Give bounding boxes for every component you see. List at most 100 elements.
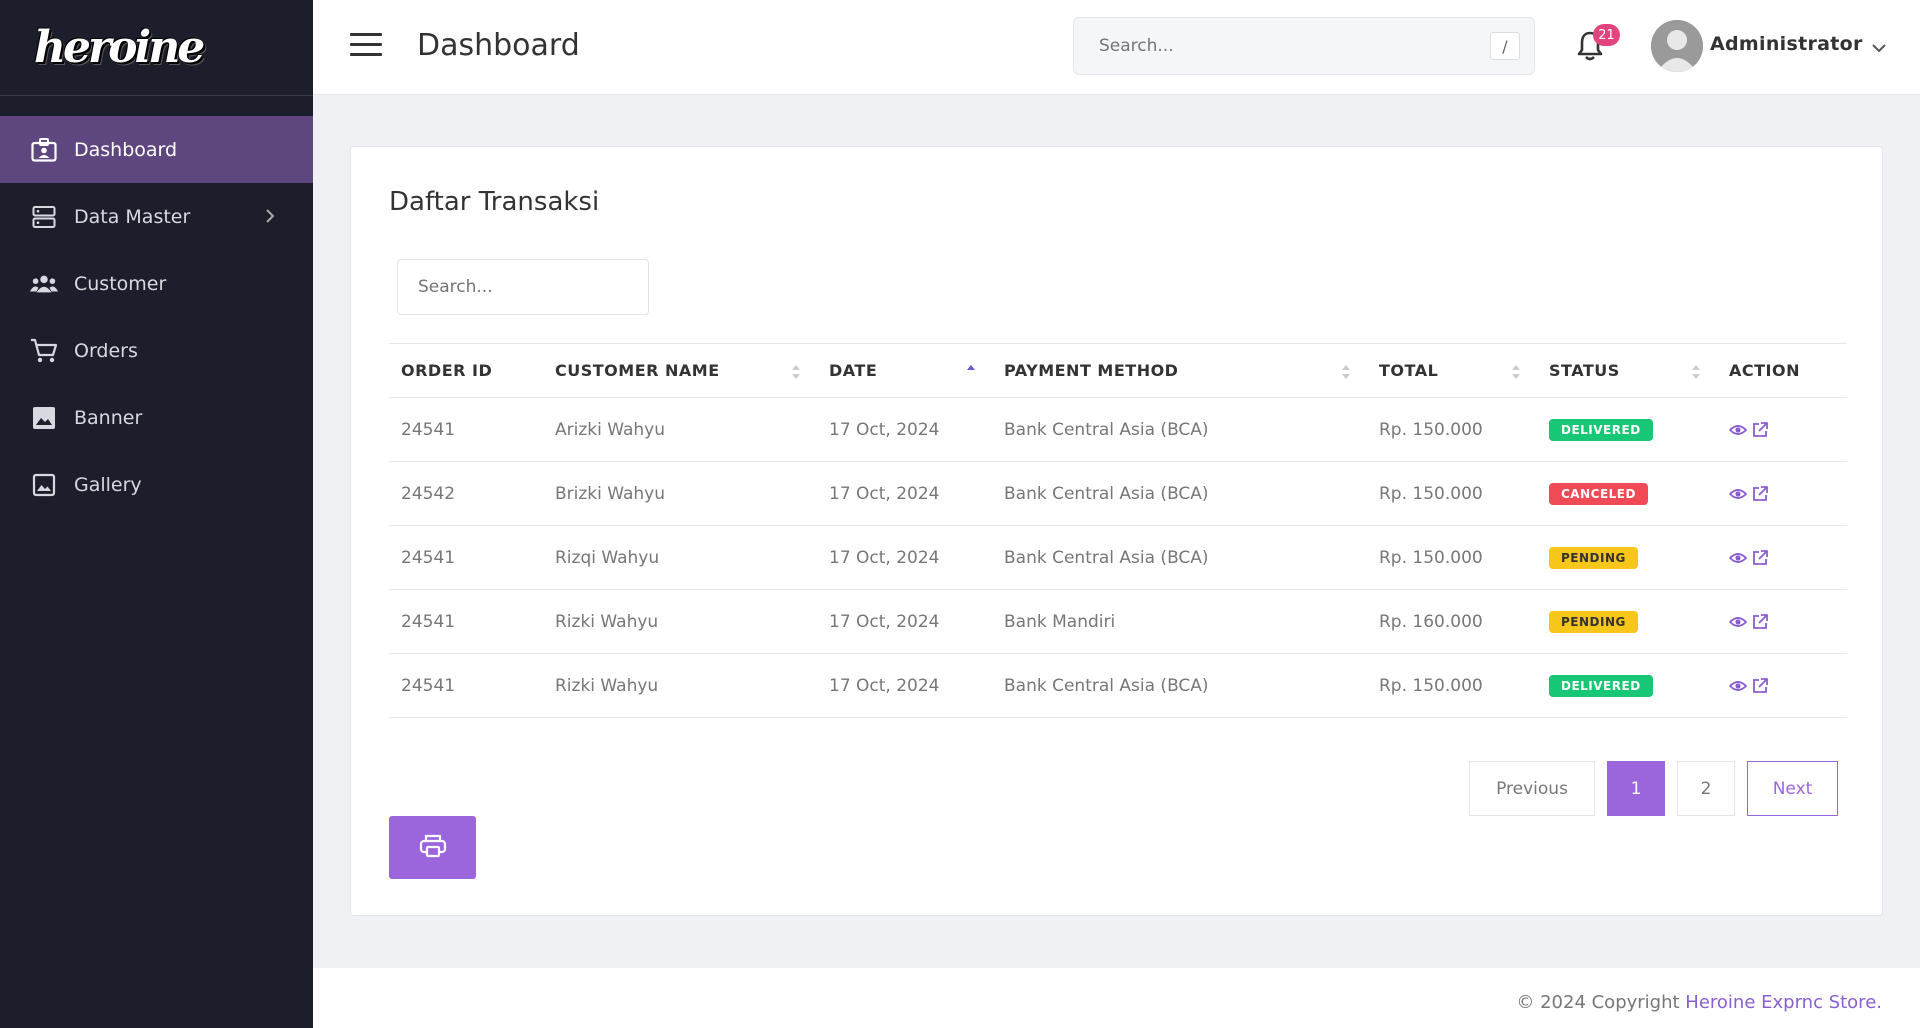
pagination: Previous 1 2 Next xyxy=(1457,761,1838,816)
table-body: 24541 Arizki Wahyu 17 Oct, 2024 Bank Centra… xyxy=(389,397,1847,718)
logo[interactable]: heroine xyxy=(0,0,313,96)
col-total[interactable]: TOTAL xyxy=(1367,343,1537,398)
sidebar-item-customer[interactable]: Customer xyxy=(0,250,313,317)
customer-name-cell: Arizki Wahyu xyxy=(543,397,817,462)
total-cell: Rp. 150.000 xyxy=(1367,653,1537,718)
users-icon xyxy=(30,270,58,298)
top-header: Dashboard / 21 Administrator xyxy=(313,0,1920,95)
customer-name-cell: Rizki Wahyu xyxy=(543,653,817,718)
eye-icon[interactable] xyxy=(1728,549,1748,567)
order-id-cell: 24541 xyxy=(389,525,543,590)
page-1-button[interactable]: 1 xyxy=(1607,761,1665,816)
customer-name-cell: Brizki Wahyu xyxy=(543,461,817,526)
table-row: 24541 Rizki Wahyu 17 Oct, 2024 Bank Central… xyxy=(389,653,1847,718)
col-payment-method[interactable]: PAYMENT METHOD xyxy=(992,343,1367,398)
edit-external-icon[interactable] xyxy=(1751,421,1769,439)
total-cell: Rp. 160.000 xyxy=(1367,589,1537,654)
notification-badge: 21 xyxy=(1593,24,1620,46)
sidebar-item-label: Customer xyxy=(74,272,167,295)
eye-icon[interactable] xyxy=(1728,421,1748,439)
server-icon xyxy=(30,203,58,231)
total-cell: Rp. 150.000 xyxy=(1367,397,1537,462)
edit-external-icon[interactable] xyxy=(1751,677,1769,695)
payment-method-cell: Bank Mandiri xyxy=(992,589,1367,654)
avatar[interactable] xyxy=(1651,20,1703,72)
sidebar-item-label: Banner xyxy=(74,406,143,429)
date-cell: 17 Oct, 2024 xyxy=(817,525,992,590)
next-button[interactable]: Next xyxy=(1747,761,1838,816)
sort-icon[interactable] xyxy=(791,363,801,381)
col-order-id: ORDER ID xyxy=(389,343,543,398)
previous-button[interactable]: Previous xyxy=(1469,761,1595,816)
col-status[interactable]: STATUS xyxy=(1537,343,1717,398)
card-title: Daftar Transaksi xyxy=(389,187,600,217)
order-id-cell: 24541 xyxy=(389,589,543,654)
col-customer-name[interactable]: CUSTOMER NAME xyxy=(543,343,817,398)
gallery-icon xyxy=(30,471,58,499)
sidebar-item-gallery[interactable]: Gallery xyxy=(0,451,313,518)
eye-icon[interactable] xyxy=(1728,485,1748,503)
status-badge: CANCELED xyxy=(1549,482,1648,505)
page-2-button[interactable]: 2 xyxy=(1677,761,1735,816)
date-cell: 17 Oct, 2024 xyxy=(817,589,992,654)
status-badge: DELIVERED xyxy=(1549,418,1653,441)
print-button[interactable] xyxy=(389,816,476,879)
chevron-right-icon xyxy=(265,207,275,229)
sidebar: heroine Dashboard Data Master Customer O… xyxy=(0,0,313,1028)
footer: © 2024 Copyright Heroine Exprnc Store. xyxy=(313,968,1920,1028)
footer-store-link[interactable]: Heroine Exprnc Store. xyxy=(1685,992,1882,1013)
menu-toggle-icon[interactable] xyxy=(350,33,382,59)
edit-external-icon[interactable] xyxy=(1751,549,1769,567)
status-badge: PENDING xyxy=(1549,546,1638,569)
sidebar-item-orders[interactable]: Orders xyxy=(0,317,313,384)
edit-external-icon[interactable] xyxy=(1751,485,1769,503)
eye-icon[interactable] xyxy=(1728,613,1748,631)
table-row: 24542 Brizki Wahyu 17 Oct, 2024 Bank Centra… xyxy=(389,461,1847,526)
chevron-down-icon[interactable] xyxy=(1871,38,1887,57)
sort-icon[interactable] xyxy=(1691,363,1701,381)
sort-icon[interactable] xyxy=(1341,363,1351,381)
date-cell: 17 Oct, 2024 xyxy=(817,397,992,462)
sidebar-item-data-master[interactable]: Data Master xyxy=(0,183,313,250)
status-cell: PENDING xyxy=(1537,525,1717,590)
order-id-cell: 24541 xyxy=(389,397,543,462)
action-cell xyxy=(1717,653,1847,718)
footer-copyright: © 2024 Copyright Heroine Exprnc Store. xyxy=(1516,992,1882,1013)
logo-text: heroine xyxy=(34,22,205,73)
sidebar-item-label: Gallery xyxy=(74,473,142,496)
action-cell xyxy=(1717,461,1847,526)
status-cell: CANCELED xyxy=(1537,461,1717,526)
col-date[interactable]: DATE xyxy=(817,343,992,398)
header-search-input[interactable] xyxy=(1073,17,1535,75)
eye-icon[interactable] xyxy=(1728,677,1748,695)
col-action: ACTION xyxy=(1717,343,1847,398)
table-row: 24541 Rizqi Wahyu 17 Oct, 2024 Bank Central… xyxy=(389,525,1847,590)
payment-method-cell: Bank Central Asia (BCA) xyxy=(992,525,1367,590)
sort-asc-icon[interactable] xyxy=(966,363,976,381)
printer-icon xyxy=(419,833,447,862)
order-id-cell: 24542 xyxy=(389,461,543,526)
search-shortcut-key: / xyxy=(1490,32,1520,60)
sidebar-item-label: Dashboard xyxy=(74,138,178,161)
edit-external-icon[interactable] xyxy=(1751,613,1769,631)
image-icon xyxy=(30,404,58,432)
sidebar-item-dashboard[interactable]: Dashboard xyxy=(0,116,313,183)
table-row: 24541 Rizki Wahyu 17 Oct, 2024 Bank Mandiri… xyxy=(389,589,1847,654)
id-badge-icon xyxy=(30,136,58,164)
user-name[interactable]: Administrator xyxy=(1710,33,1863,55)
action-cell xyxy=(1717,589,1847,654)
status-cell: DELIVERED xyxy=(1537,653,1717,718)
table-search-input[interactable] xyxy=(397,259,649,315)
cart-icon xyxy=(30,337,58,365)
payment-method-cell: Bank Central Asia (BCA) xyxy=(992,397,1367,462)
sort-icon[interactable] xyxy=(1511,363,1521,381)
status-cell: PENDING xyxy=(1537,589,1717,654)
customer-name-cell: Rizki Wahyu xyxy=(543,589,817,654)
action-cell xyxy=(1717,397,1847,462)
table-row: 24541 Arizki Wahyu 17 Oct, 2024 Bank Centra… xyxy=(389,397,1847,462)
customer-name-cell: Rizqi Wahyu xyxy=(543,525,817,590)
transactions-table: ORDER ID CUSTOMER NAME DATE PAYMENT METH… xyxy=(389,343,1847,718)
transactions-card: Daftar Transaksi ORDER ID CUSTOMER NAME … xyxy=(350,146,1883,916)
sidebar-nav: Dashboard Data Master Customer Orders Ba… xyxy=(0,116,313,518)
sidebar-item-banner[interactable]: Banner xyxy=(0,384,313,451)
